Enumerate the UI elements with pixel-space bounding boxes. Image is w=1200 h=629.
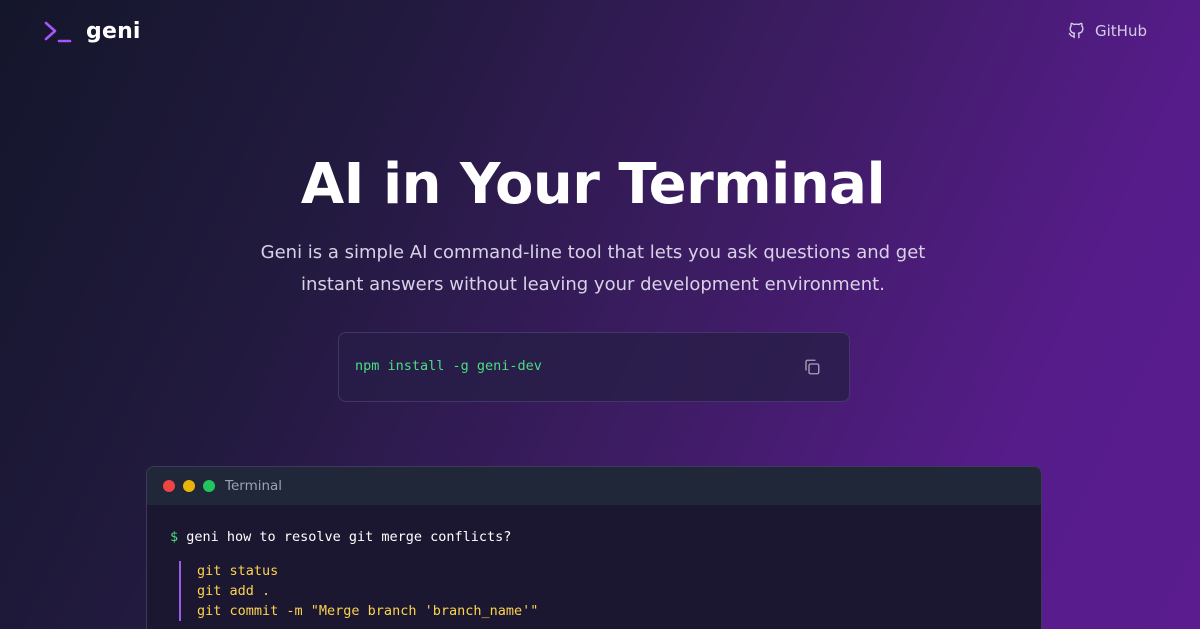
- copy-button[interactable]: [803, 358, 823, 378]
- logo[interactable]: geni: [44, 19, 141, 44]
- terminal-title: Terminal: [225, 478, 283, 494]
- terminal-prompt-icon: [44, 21, 72, 42]
- terminal-title-bar: Terminal: [147, 467, 1041, 505]
- maximize-dot-icon: [203, 480, 215, 492]
- close-dot-icon: [163, 480, 175, 492]
- answer-block: git status git add . git commit -m "Merg…: [179, 561, 538, 621]
- github-icon: [1068, 22, 1084, 39]
- install-command: npm install -g geni-dev: [355, 358, 542, 374]
- minimize-dot-icon: [183, 480, 195, 492]
- top-nav: geni GitHub: [0, 0, 1200, 64]
- logo-text: geni: [86, 19, 141, 44]
- copy-icon: [805, 359, 820, 375]
- github-label: GitHub: [1095, 21, 1147, 40]
- hero-title: AI in Your Terminal: [300, 152, 886, 217]
- prompt-command: geni how to resolve git merge conflicts?: [186, 529, 512, 545]
- answer-line: git status: [197, 563, 279, 579]
- prompt-line: $ geni how to resolve git merge conflict…: [170, 529, 511, 545]
- answer-line: git commit -m "Merge branch 'branch_name…: [197, 603, 539, 619]
- github-link[interactable]: GitHub: [1067, 21, 1147, 40]
- terminal-window: Terminal $ geni how to resolve git merge…: [146, 466, 1042, 629]
- install-command-box: npm install -g geni-dev: [338, 332, 850, 402]
- prompt-symbol: $: [170, 529, 179, 545]
- answer-line: git add .: [197, 583, 271, 599]
- hero-subtitle: Geni is a simple AI command-line tool th…: [260, 242, 926, 295]
